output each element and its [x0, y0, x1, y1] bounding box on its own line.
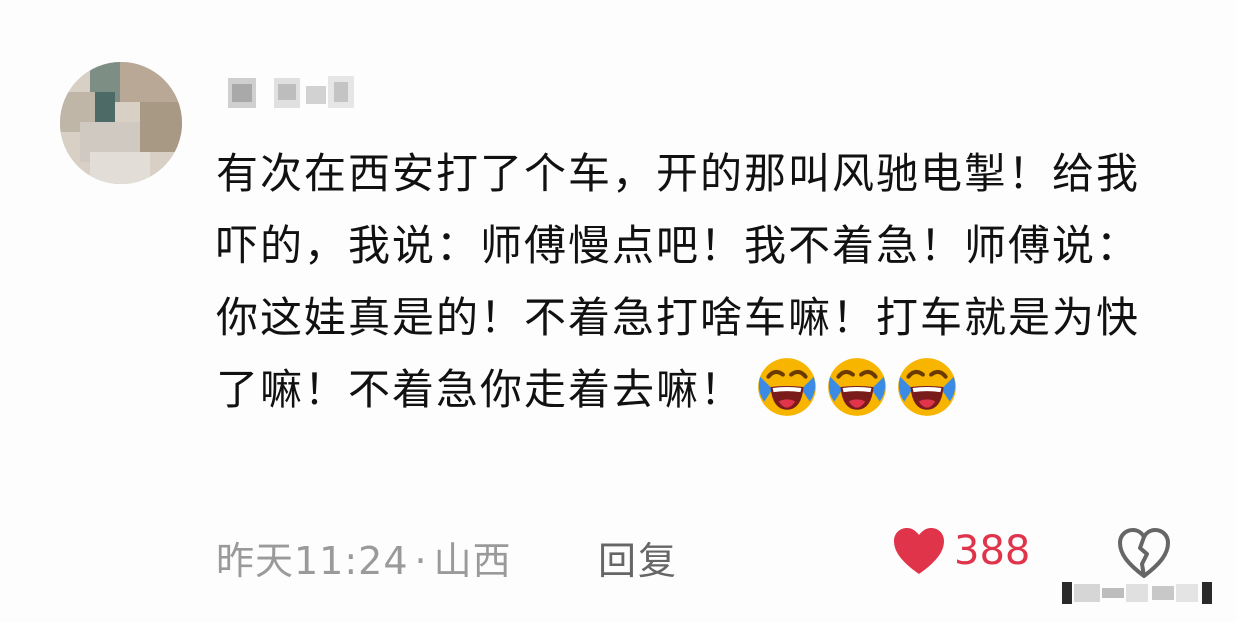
meta-separator: ·	[414, 539, 428, 583]
comment-footer: 昨天11:24 · 山西 回复 388	[216, 526, 1216, 586]
reply-button[interactable]: 回复	[598, 530, 678, 585]
like-count: 388	[954, 528, 1031, 574]
heart-icon	[894, 528, 944, 574]
comment-text: 有次在西安打了个车，开的那叫风驰电掣！给我吓的，我说：师傅慢点吧！我不着急！师傅…	[216, 149, 1141, 414]
comment-body: 有次在西安打了个车，开的那叫风驰电掣！给我吓的，我说：师傅慢点吧！我不着急！师傅…	[216, 138, 1176, 426]
watermark-redacted	[1062, 582, 1212, 604]
location: 山西	[433, 539, 512, 583]
avatar[interactable]	[60, 62, 182, 184]
broken-heart-icon[interactable]	[1116, 526, 1172, 582]
emoji-group	[754, 354, 960, 420]
comment-item: 有次在西安打了个车，开的那叫风驰电掣！给我吓的，我说：师傅慢点吧！我不着急！师傅…	[0, 0, 1236, 622]
timestamp: 昨天11:24	[216, 539, 409, 583]
like-button[interactable]: 388	[892, 526, 1030, 576]
laughing-crying-icon	[758, 357, 816, 416]
laughing-crying-icon	[828, 357, 886, 416]
username-redacted[interactable]	[228, 72, 358, 112]
laughing-crying-icon	[898, 357, 956, 416]
comment-meta: 昨天11:24 · 山西	[216, 530, 512, 585]
